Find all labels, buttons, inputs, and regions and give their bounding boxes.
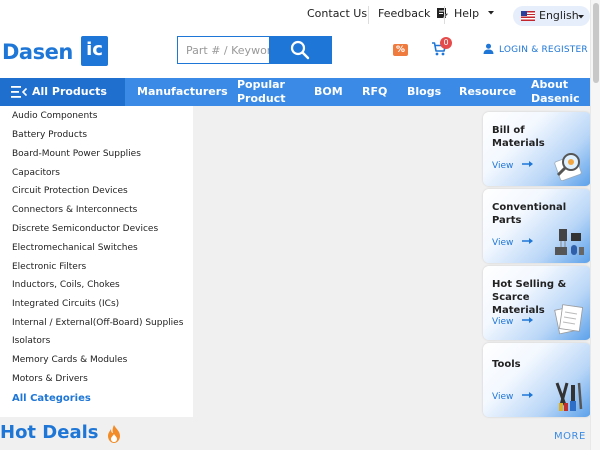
card-view-label: View [492, 392, 514, 402]
card-view-label: View [492, 317, 514, 327]
nav-resource[interactable]: Resource [459, 85, 516, 99]
top-divider [368, 6, 369, 24]
nav-blogs[interactable]: Blogs [407, 85, 441, 99]
category-item[interactable]: Isolators [12, 336, 50, 346]
scrollbar-thumb[interactable] [593, 3, 599, 83]
all-products-menu[interactable]: All Products [0, 78, 125, 106]
card-view-link[interactable]: View [492, 391, 534, 402]
category-item[interactable]: Electromechanical Switches [12, 243, 138, 253]
search-icon [290, 40, 310, 60]
card-title: Tools [492, 359, 521, 370]
hot-deals-heading: Hot Deals [0, 422, 99, 443]
category-item[interactable]: Electronic Filters [12, 262, 86, 272]
coupon-icon[interactable]: % [393, 44, 408, 56]
caret-down-icon [578, 15, 584, 19]
search-input[interactable] [178, 37, 270, 63]
card-title: Bill of Materials [492, 125, 545, 149]
category-item[interactable]: Audio Components [12, 111, 97, 121]
nav-about-dasenic[interactable]: About Dasenic [531, 78, 581, 106]
feedback-link[interactable]: Feedback [378, 7, 449, 20]
card-view-label: View [492, 238, 514, 248]
hot-selling-card[interactable]: Hot Selling & Scarce Materials View [483, 266, 591, 340]
components-icon [555, 229, 584, 255]
nav-popular-product[interactable]: Popular Product [237, 78, 287, 106]
documents-icon [554, 304, 584, 335]
logo-chip-text: ic [86, 39, 103, 60]
language-selector[interactable]: English [513, 6, 590, 26]
arrow-right-icon [522, 317, 534, 323]
nav-bom[interactable]: BOM [314, 85, 343, 99]
arrow-right-icon [522, 161, 534, 167]
help-menu[interactable]: Help [454, 7, 495, 20]
category-item[interactable]: Internal / External(Off-Board) Supplies [12, 318, 183, 328]
menu-collapse-icon [11, 86, 27, 98]
magnifier-document-icon [554, 153, 582, 181]
nav-rfq[interactable]: RFQ [362, 85, 387, 99]
caret-down-icon [487, 11, 494, 15]
cart-count-badge: 0 [440, 37, 452, 49]
page-scrollbar[interactable] [590, 0, 600, 450]
card-view-label: View [492, 161, 514, 171]
logo-chip-icon: ic [78, 36, 111, 66]
top-bar: Contact Us Feedback Help English [0, 0, 590, 30]
search-box [177, 36, 332, 64]
logo-wordmark: Dasen [2, 40, 73, 64]
feedback-label: Feedback [378, 7, 431, 20]
all-products-label: All Products [32, 85, 107, 98]
bill-of-materials-card[interactable]: Bill of Materials View [483, 112, 591, 186]
contact-us-link[interactable]: Contact Us [307, 7, 367, 20]
category-item[interactable]: Connectors & Interconnects [12, 205, 137, 215]
conventional-parts-card[interactable]: Conventional Parts View [483, 189, 591, 263]
fire-icon [108, 425, 120, 443]
site-header: Dasen ic % 0 LOGIN & REGISTER [0, 30, 590, 78]
category-item[interactable]: Capacitors [12, 168, 60, 178]
main-nav: All Products Manufacturers Popular Produ… [0, 78, 590, 106]
category-item[interactable]: Integrated Circuits (ICs) [12, 299, 119, 309]
tools-icon [555, 382, 583, 411]
tools-card[interactable]: Tools View [483, 343, 591, 417]
login-register-link[interactable]: LOGIN & REGISTER [483, 43, 588, 55]
search-button[interactable] [269, 37, 331, 63]
us-flag-icon [521, 11, 535, 21]
category-item[interactable]: Motors & Drivers [12, 374, 88, 384]
card-view-link[interactable]: View [492, 316, 534, 327]
login-label: LOGIN & REGISTER [499, 45, 588, 55]
category-item[interactable]: Memory Cards & Modules [12, 355, 127, 365]
arrow-right-icon [522, 238, 534, 244]
all-categories-link[interactable]: All Categories [12, 393, 91, 404]
arrow-right-icon [522, 392, 534, 398]
category-item[interactable]: Inductors, Coils, Chokes [12, 280, 120, 290]
help-label: Help [454, 7, 480, 20]
card-view-link[interactable]: View [492, 237, 534, 248]
top-divider [444, 6, 445, 24]
category-dropdown: Audio Components Battery Products Board-… [0, 106, 193, 417]
nav-manufacturers[interactable]: Manufacturers [137, 85, 228, 99]
category-item[interactable]: Discrete Semiconductor Devices [12, 224, 158, 234]
card-title: Conventional Parts [492, 202, 567, 226]
category-item[interactable]: Circuit Protection Devices [12, 186, 128, 196]
category-item[interactable]: Battery Products [12, 130, 87, 140]
user-icon [483, 43, 494, 54]
card-view-link[interactable]: View [492, 160, 534, 171]
feedback-icon [436, 8, 449, 19]
category-item[interactable]: Board-Mount Power Supplies [12, 149, 141, 159]
dasenic-logo[interactable]: Dasen ic [2, 33, 112, 71]
language-label: English [539, 9, 579, 22]
